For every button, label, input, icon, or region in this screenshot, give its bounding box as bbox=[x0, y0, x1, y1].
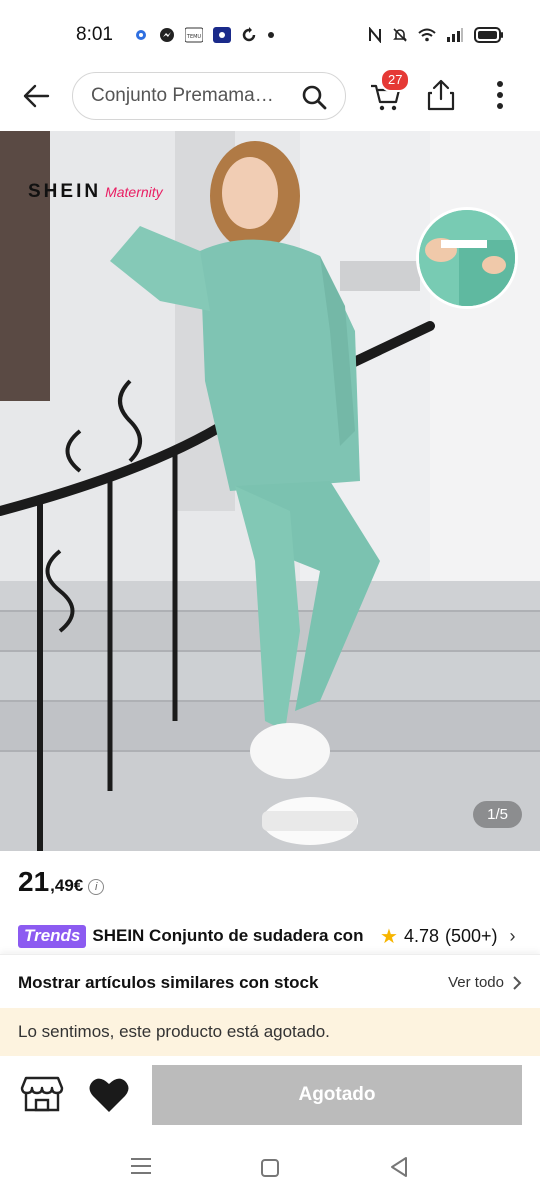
settings-gear-icon bbox=[133, 27, 149, 43]
see-all-link[interactable]: Ver todo bbox=[448, 974, 522, 991]
star-icon: ★ bbox=[380, 926, 398, 948]
rating-summary[interactable]: ★ 4.78 (500+) › bbox=[380, 924, 516, 949]
search-input[interactable]: Conjunto Premama… bbox=[72, 72, 346, 120]
status-time: 8:01 bbox=[76, 24, 113, 45]
status-bar: 8:01 TEMU bbox=[0, 0, 540, 70]
sold-out-button[interactable]: Agotado bbox=[152, 1065, 522, 1125]
cart-count-badge: 27 bbox=[380, 68, 411, 92]
messenger-icon bbox=[159, 27, 175, 43]
status-notification-icons: TEMU bbox=[133, 27, 275, 43]
nfc-icon bbox=[368, 27, 382, 43]
price-integer: 21 bbox=[18, 866, 50, 897]
svg-text:TEMU: TEMU bbox=[186, 34, 202, 40]
product-price: 21 ,49€ i bbox=[18, 866, 105, 898]
trends-badge: Trends bbox=[18, 924, 87, 948]
sold-out-notice: Lo sentimos, este producto está agotado. bbox=[0, 1008, 540, 1056]
detail-zoom-thumbnail[interactable] bbox=[416, 207, 518, 309]
battery-icon bbox=[474, 27, 504, 43]
share-icon bbox=[427, 79, 455, 111]
heart-icon bbox=[89, 1078, 129, 1112]
status-system-icons bbox=[368, 27, 504, 43]
share-button[interactable] bbox=[426, 78, 462, 118]
triangle-back-icon bbox=[391, 1157, 407, 1177]
square-home-icon bbox=[261, 1159, 279, 1177]
wifi-icon bbox=[418, 28, 436, 42]
signal-icon bbox=[446, 28, 464, 42]
system-navigation-bar bbox=[0, 1136, 540, 1200]
app-notification-icon bbox=[212, 27, 231, 43]
arrow-left-icon bbox=[23, 84, 50, 108]
recent-apps-button[interactable] bbox=[130, 1156, 152, 1181]
review-count: (500+) bbox=[444, 926, 498, 946]
similar-items-bar[interactable]: Mostrar artículos similares con stock Ve… bbox=[0, 954, 540, 1010]
search-icon[interactable] bbox=[301, 84, 327, 115]
store-icon bbox=[20, 1076, 64, 1112]
info-icon[interactable]: i bbox=[88, 879, 105, 895]
price-decimal: ,49€ bbox=[50, 876, 84, 895]
app-header: Conjunto Premama… 27 bbox=[0, 68, 540, 130]
product-title: SHEIN Conjunto de sudadera con bbox=[92, 926, 364, 945]
brand-sub-label: Maternity bbox=[105, 184, 163, 200]
product-title-row[interactable]: Trends SHEIN Conjunto de sudadera con ★ … bbox=[18, 922, 528, 950]
brand-name: SHEIN bbox=[28, 181, 102, 202]
similar-items-title: Mostrar artículos similares con stock bbox=[18, 972, 319, 992]
chevron-right-icon bbox=[513, 975, 522, 990]
temu-icon: TEMU bbox=[184, 27, 203, 43]
home-button[interactable] bbox=[260, 1158, 280, 1183]
more-vertical-icon bbox=[497, 81, 503, 109]
chevron-right-icon: › bbox=[509, 926, 516, 946]
rating-value: 4.78 bbox=[403, 926, 439, 946]
dot-icon bbox=[267, 31, 275, 39]
back-button[interactable] bbox=[18, 78, 54, 114]
search-query-text: Conjunto Premama… bbox=[91, 85, 274, 106]
sync-icon bbox=[241, 27, 257, 43]
store-button[interactable] bbox=[20, 1074, 64, 1118]
mute-bell-icon bbox=[392, 27, 408, 43]
brand-logo: SHEIN Maternity bbox=[28, 181, 163, 203]
more-options-button[interactable] bbox=[488, 78, 512, 118]
system-back-button[interactable] bbox=[388, 1156, 410, 1183]
bottom-action-bar: Agotado bbox=[0, 1056, 540, 1136]
see-all-label: Ver todo bbox=[448, 974, 504, 991]
wishlist-button[interactable] bbox=[88, 1076, 132, 1116]
menu-lines-icon bbox=[131, 1158, 151, 1174]
product-image-gallery[interactable]: SHEIN Maternity 1/5 bbox=[0, 131, 540, 851]
image-counter: 1/5 bbox=[473, 801, 522, 828]
